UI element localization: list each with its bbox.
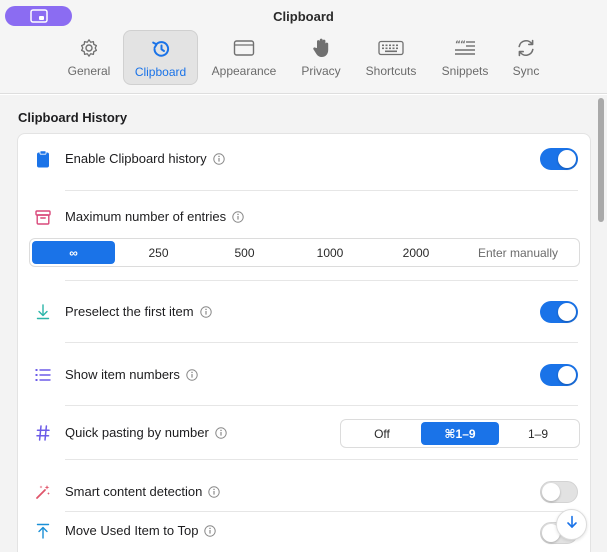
arrow-down-icon xyxy=(566,515,578,534)
tab-shortcuts[interactable]: Shortcuts xyxy=(359,30,423,85)
tab-label: Clipboard xyxy=(134,65,187,79)
snippets-icon: “ “ xyxy=(453,37,477,59)
tab-snippets[interactable]: “ “ Snippets xyxy=(436,30,494,85)
tab-general[interactable]: General xyxy=(63,30,115,85)
preselect-text: Preselect the first item xyxy=(65,304,194,319)
show-numbers-toggle[interactable] xyxy=(540,364,578,386)
entries-option-manual[interactable]: Enter manually xyxy=(459,241,577,264)
magic-wand-icon xyxy=(34,483,52,501)
tab-privacy[interactable]: Privacy xyxy=(295,30,347,85)
svg-text:“: “ xyxy=(460,40,466,50)
smart-detection-text: Smart content detection xyxy=(65,484,203,499)
window-toolbar: Clipboard General Clipboard Appearance P… xyxy=(0,0,607,94)
show-numbers-text: Show item numbers xyxy=(65,367,180,382)
tab-label: Privacy xyxy=(301,64,341,78)
keyboard-icon xyxy=(378,37,404,59)
info-icon[interactable] xyxy=(204,524,217,537)
hashtag-icon xyxy=(34,424,52,442)
arrow-up-to-line-icon xyxy=(34,522,52,540)
entries-option-250[interactable]: 250 xyxy=(115,241,202,264)
move-top-text: Move Used Item to Top xyxy=(65,523,199,538)
divider xyxy=(65,511,578,512)
vertical-scrollbar[interactable] xyxy=(598,98,604,222)
settings-content[interactable]: Clipboard History Enable Clipboard histo… xyxy=(0,95,607,552)
info-icon[interactable] xyxy=(208,485,221,498)
tab-appearance[interactable]: Appearance xyxy=(207,30,281,85)
enable-history-text: Enable Clipboard history xyxy=(65,151,207,166)
divider xyxy=(65,342,578,343)
info-icon[interactable] xyxy=(199,305,212,318)
tab-sync[interactable]: Sync xyxy=(505,30,547,85)
tab-label: General xyxy=(67,64,111,78)
divider xyxy=(65,190,578,191)
smart-detection-label: Smart content detection xyxy=(65,484,221,499)
smart-detection-row: Smart content detection xyxy=(18,480,590,504)
sync-icon xyxy=(515,37,537,59)
tab-label: Appearance xyxy=(211,64,277,78)
tab-label: Shortcuts xyxy=(365,64,417,78)
toggle-knob xyxy=(558,366,576,384)
preselect-toggle[interactable] xyxy=(540,301,578,323)
quick-paste-label: Quick pasting by number xyxy=(65,425,227,440)
quick-paste-option-plain[interactable]: 1–9 xyxy=(499,422,577,445)
entries-option-500[interactable]: 500 xyxy=(202,241,287,264)
toggle-knob xyxy=(558,150,576,168)
entries-option-infinity[interactable]: ∞ xyxy=(32,241,115,264)
preferences-tabs: General Clipboard Appearance Privacy Sho… xyxy=(0,30,607,86)
info-icon[interactable] xyxy=(186,368,198,381)
entries-option-1000[interactable]: 1000 xyxy=(287,241,373,264)
toggle-knob xyxy=(542,483,560,501)
arrow-down-to-line-icon xyxy=(34,303,52,321)
enable-history-label: Enable Clipboard history xyxy=(65,151,225,166)
move-top-row: Move Used Item to Top xyxy=(18,519,590,544)
gear-icon xyxy=(79,37,99,59)
clipboard-icon xyxy=(34,150,52,168)
numbered-list-icon xyxy=(34,366,52,384)
enable-history-toggle[interactable] xyxy=(540,148,578,170)
quick-paste-option-cmd[interactable]: ⌘1–9 xyxy=(421,422,499,445)
tab-label: Snippets xyxy=(441,64,489,78)
info-icon[interactable] xyxy=(212,152,225,165)
show-numbers-row: Show item numbers xyxy=(18,363,590,387)
archive-box-icon xyxy=(34,208,52,226)
preselect-label: Preselect the first item xyxy=(65,304,212,319)
quick-paste-option-off[interactable]: Off xyxy=(343,422,421,445)
tab-label: Sync xyxy=(512,64,540,78)
move-top-label: Move Used Item to Top xyxy=(65,523,217,538)
scroll-down-button[interactable] xyxy=(556,509,587,540)
info-icon[interactable] xyxy=(215,426,227,439)
window-icon xyxy=(233,37,255,59)
divider xyxy=(65,459,578,460)
enable-history-row: Enable Clipboard history xyxy=(18,146,590,172)
divider xyxy=(65,280,578,281)
show-numbers-label: Show item numbers xyxy=(65,367,198,382)
quick-paste-segmented: Off ⌘1–9 1–9 xyxy=(340,419,580,448)
max-entries-row: Maximum number of entries xyxy=(18,205,590,229)
toggle-knob xyxy=(558,303,576,321)
divider xyxy=(65,405,578,406)
history-icon xyxy=(150,38,172,60)
clipboard-history-card: Enable Clipboard history Maximum number … xyxy=(17,133,591,552)
tab-clipboard[interactable]: Clipboard xyxy=(123,30,198,85)
hand-icon xyxy=(311,37,331,59)
quick-paste-text: Quick pasting by number xyxy=(65,425,209,440)
entries-option-2000[interactable]: 2000 xyxy=(373,241,459,264)
max-entries-segmented: ∞ 250 500 1000 2000 Enter manually xyxy=(29,238,580,267)
info-icon[interactable] xyxy=(232,210,244,223)
max-entries-text: Maximum number of entries xyxy=(65,209,227,224)
max-entries-label: Maximum number of entries xyxy=(65,209,244,224)
window-title: Clipboard xyxy=(273,9,334,24)
section-title: Clipboard History xyxy=(18,110,128,125)
smart-detection-toggle[interactable] xyxy=(540,481,578,503)
preselect-row: Preselect the first item xyxy=(18,300,590,324)
